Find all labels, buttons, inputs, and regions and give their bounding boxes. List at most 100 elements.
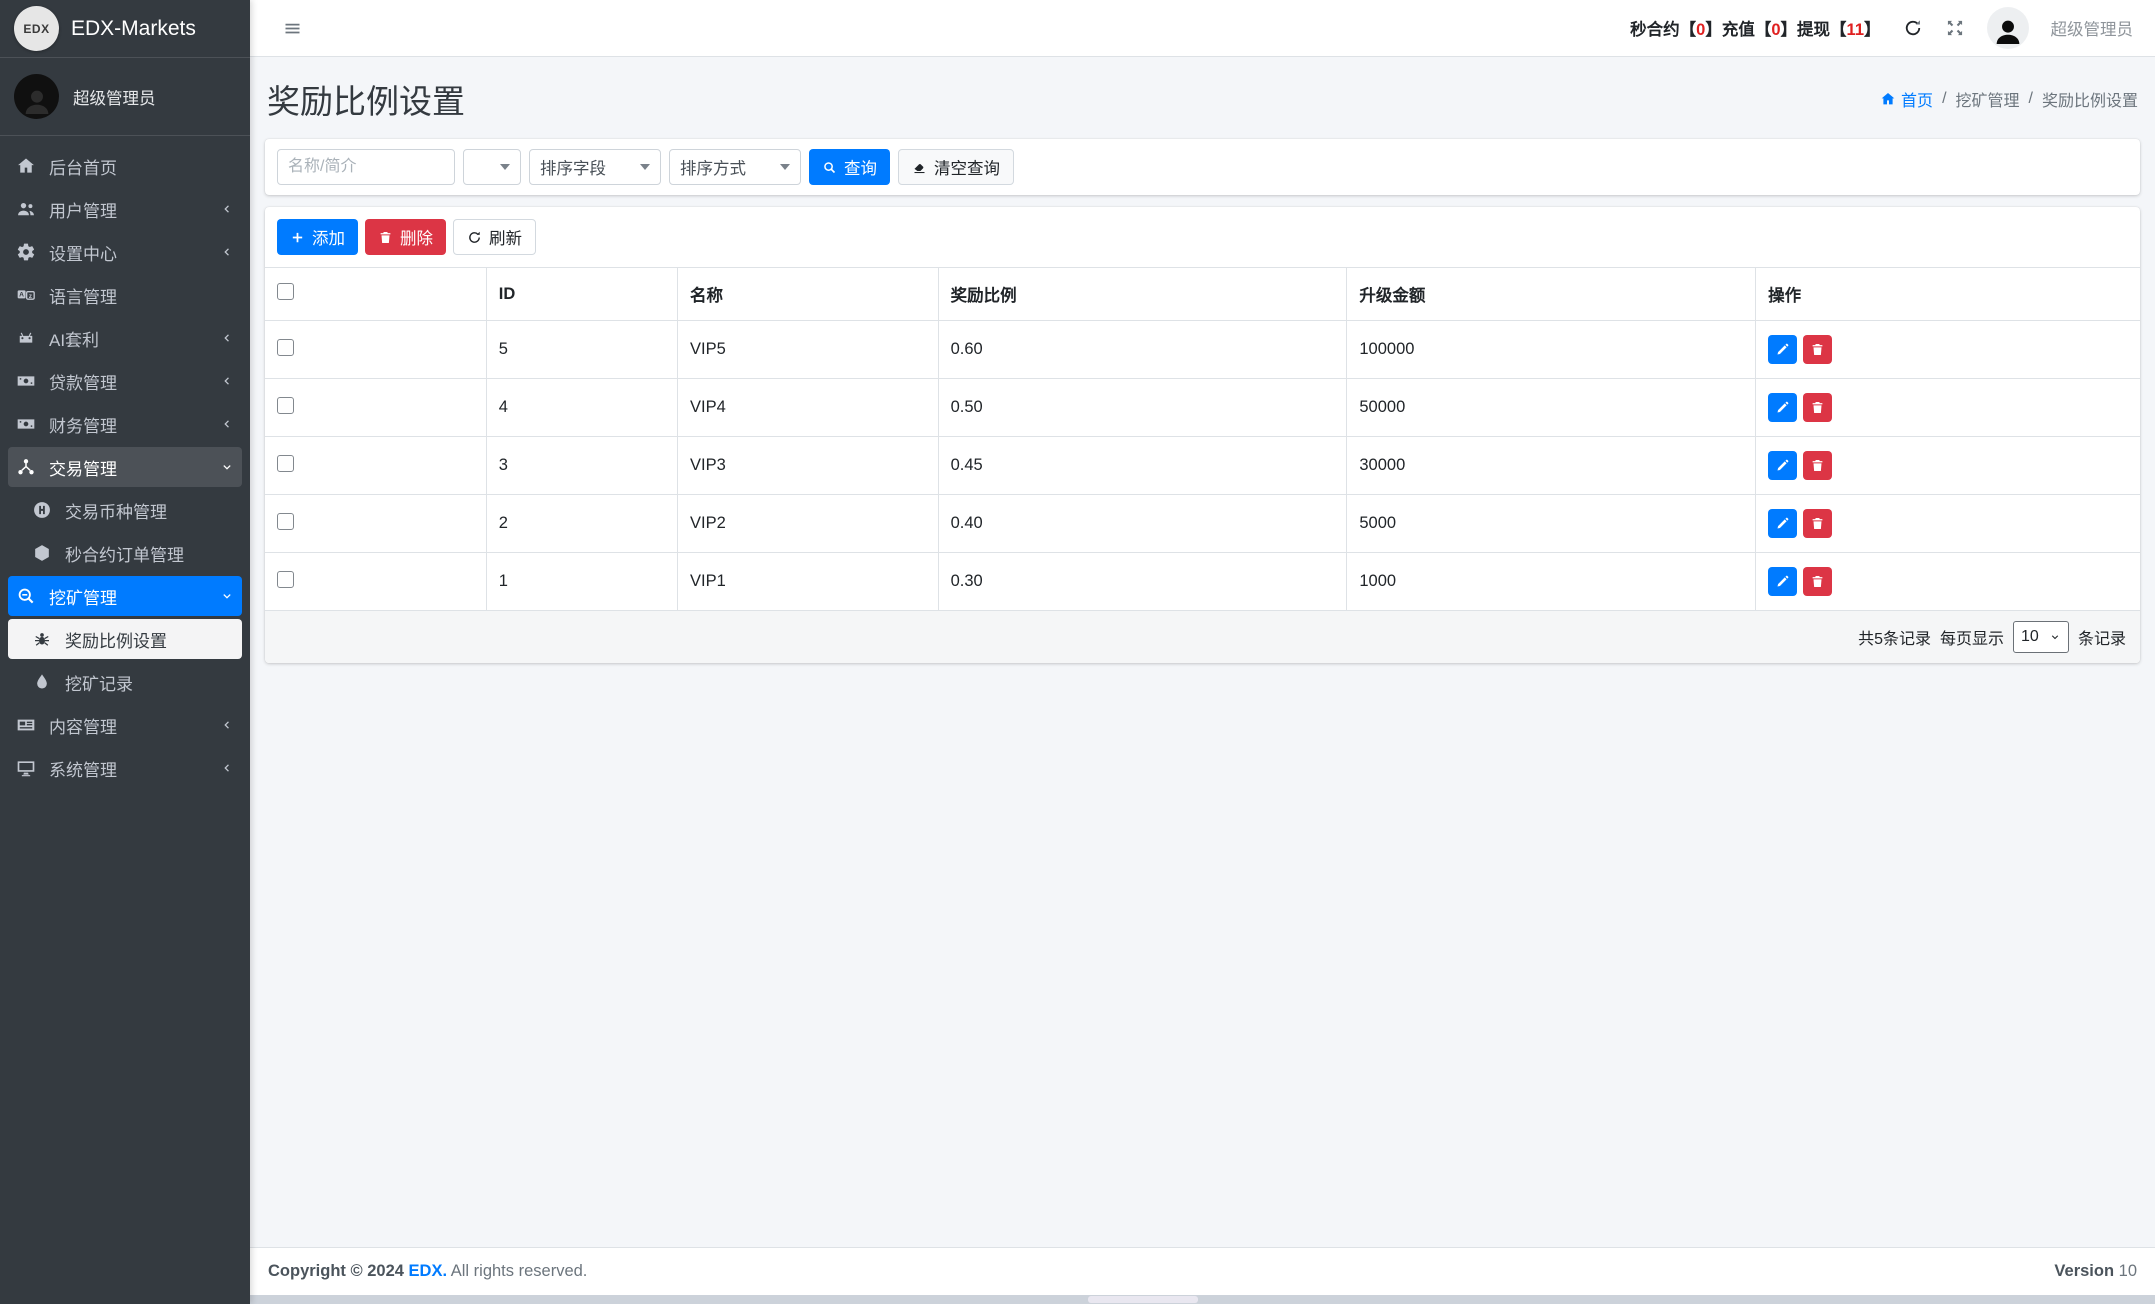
- chevron-left-icon: [220, 374, 234, 388]
- row-checkbox[interactable]: [277, 396, 294, 414]
- clear-search-button[interactable]: 清空查询: [898, 149, 1014, 185]
- sidebar-item-label: 奖励比例设置: [65, 631, 167, 651]
- home-icon: [16, 156, 49, 176]
- keyword-field-select[interactable]: [463, 149, 521, 185]
- sidebar-item-content[interactable]: 内容管理: [8, 705, 242, 745]
- row-delete-button[interactable]: [1803, 451, 1833, 480]
- pencil-icon: [1775, 400, 1790, 415]
- fullscreen-expand-icon[interactable]: [1945, 18, 1965, 38]
- sidebar-item-mining-records[interactable]: 挖矿记录: [8, 662, 242, 702]
- table-toolbar: 添加 删除 刷新: [265, 207, 2140, 267]
- col-header-actions: 操作: [1755, 267, 2140, 321]
- sidebar-item-mining[interactable]: 挖矿管理: [8, 576, 242, 616]
- money-bill-icon: [16, 414, 49, 434]
- desktop-icon: [16, 758, 49, 778]
- breadcrumb-home-link[interactable]: 首页: [1880, 87, 1933, 111]
- sidebar-item-label: 用户管理: [49, 201, 117, 221]
- sidebar-item-ai-arbitrage[interactable]: AI套利: [8, 318, 242, 358]
- cell-name: VIP4: [677, 378, 939, 437]
- select-all-checkbox[interactable]: [277, 283, 294, 300]
- edit-button[interactable]: [1768, 509, 1798, 538]
- cell-id: 4: [485, 378, 678, 437]
- sidebar-item-label: 秒合约订单管理: [65, 545, 184, 565]
- page-size-select[interactable]: 10: [2012, 621, 2069, 653]
- row-delete-button[interactable]: [1803, 335, 1833, 364]
- sidebar-user-name: 超级管理员: [73, 89, 156, 108]
- refresh-button[interactable]: 刷新: [453, 219, 536, 255]
- per-page-label: 每页显示: [1939, 631, 2004, 648]
- sidebar-item-finance[interactable]: 财务管理: [8, 404, 242, 444]
- row-delete-button[interactable]: [1803, 567, 1833, 596]
- search-icon: [822, 160, 837, 175]
- scrollbar-thumb[interactable]: [1088, 1296, 1199, 1303]
- row-delete-button[interactable]: [1803, 393, 1833, 422]
- horizontal-scrollbar[interactable]: [250, 1295, 2155, 1304]
- edit-button[interactable]: [1768, 393, 1798, 422]
- droplet-icon: [32, 672, 65, 692]
- gear-icon: [16, 242, 49, 262]
- cell-id: 5: [485, 320, 678, 379]
- trash-icon: [1810, 516, 1825, 531]
- pencil-icon: [1775, 516, 1790, 531]
- row-checkbox[interactable]: [277, 454, 294, 472]
- sidebar-user-panel[interactable]: 超级管理员: [0, 58, 250, 136]
- delete-button[interactable]: 删除: [365, 219, 446, 255]
- sidebar-item-dashboard[interactable]: 后台首页: [8, 146, 242, 186]
- breadcrumb: 首页 / 挖矿管理 / 奖励比例设置: [1880, 87, 2138, 111]
- cell-name: VIP1: [677, 552, 939, 611]
- sidebar-item-label: 后台首页: [49, 158, 117, 178]
- version-label: Version: [2054, 1262, 2115, 1280]
- row-checkbox[interactable]: [277, 512, 294, 530]
- spider-icon: [32, 629, 65, 649]
- sidebar-item-language[interactable]: 语言管理: [8, 275, 242, 315]
- add-button[interactable]: 添加: [277, 219, 358, 255]
- edit-button[interactable]: [1768, 451, 1798, 480]
- sidebar-item-contract-orders[interactable]: 秒合约订单管理: [8, 533, 242, 573]
- col-header-amount: 升级金额: [1346, 267, 1756, 321]
- cell-amount: 50000: [1346, 378, 1756, 437]
- row-checkbox[interactable]: [277, 338, 294, 356]
- withdraw-count: 11: [1846, 21, 1864, 39]
- page-footer: Copyright © 2024 EDX. All rights reserve…: [250, 1247, 2155, 1295]
- sidebar-item-label: 内容管理: [49, 717, 117, 737]
- col-header-ratio: 奖励比例: [937, 267, 1347, 321]
- trash-icon: [378, 230, 393, 245]
- sidebar-item-trade[interactable]: 交易管理: [8, 447, 242, 487]
- version-text: Version 10: [2054, 1262, 2137, 1281]
- cell-ratio: 0.50: [937, 378, 1347, 437]
- clear-button-label: 清空查询: [934, 160, 1000, 178]
- sort-field-label: 排序字段: [540, 160, 606, 178]
- edit-button[interactable]: [1768, 567, 1798, 596]
- sort-order-select[interactable]: 排序方式: [669, 149, 801, 185]
- sort-field-select[interactable]: 排序字段: [529, 149, 661, 185]
- sidebar-item-loans[interactable]: 贷款管理: [8, 361, 242, 401]
- footer-brand-link[interactable]: EDX.: [409, 1262, 448, 1280]
- version-value: 10: [2118, 1262, 2137, 1280]
- sidebar-item-label: 挖矿记录: [65, 674, 133, 694]
- brand[interactable]: EDX EDX-Markets: [0, 0, 250, 58]
- sidebar-item-settings[interactable]: 设置中心: [8, 232, 242, 272]
- row-checkbox[interactable]: [277, 570, 294, 588]
- sidebar-toggle-button[interactable]: [278, 14, 307, 43]
- topbar-avatar[interactable]: [1986, 7, 2029, 49]
- pending-counters[interactable]: 秒合约【0】充值【0】提现【11】: [1630, 16, 1880, 40]
- edit-button[interactable]: [1768, 335, 1798, 364]
- cell-ratio: 0.45: [937, 436, 1347, 495]
- keyword-input[interactable]: [277, 149, 455, 185]
- row-delete-button[interactable]: [1803, 509, 1833, 538]
- page-size-value: 10: [2020, 628, 2039, 645]
- sidebar-item-users[interactable]: 用户管理: [8, 189, 242, 229]
- page-title: 奖励比例设置: [267, 83, 465, 120]
- col-header-id: ID: [485, 267, 678, 321]
- sidebar-item-system[interactable]: 系统管理: [8, 748, 242, 788]
- sidebar-item-reward-ratio[interactable]: 奖励比例设置: [8, 619, 242, 659]
- sidebar-item-trade-coins[interactable]: 交易币种管理: [8, 490, 242, 530]
- delete-button-label: 删除: [400, 230, 433, 248]
- chevron-left-icon: [220, 331, 234, 345]
- cell-id: 1: [485, 552, 678, 611]
- search-button[interactable]: 查询: [809, 149, 890, 185]
- refresh-icon[interactable]: [1903, 18, 1923, 38]
- trash-icon: [1810, 400, 1825, 415]
- pencil-icon: [1775, 458, 1790, 473]
- counter-text: 】: [1864, 21, 1881, 39]
